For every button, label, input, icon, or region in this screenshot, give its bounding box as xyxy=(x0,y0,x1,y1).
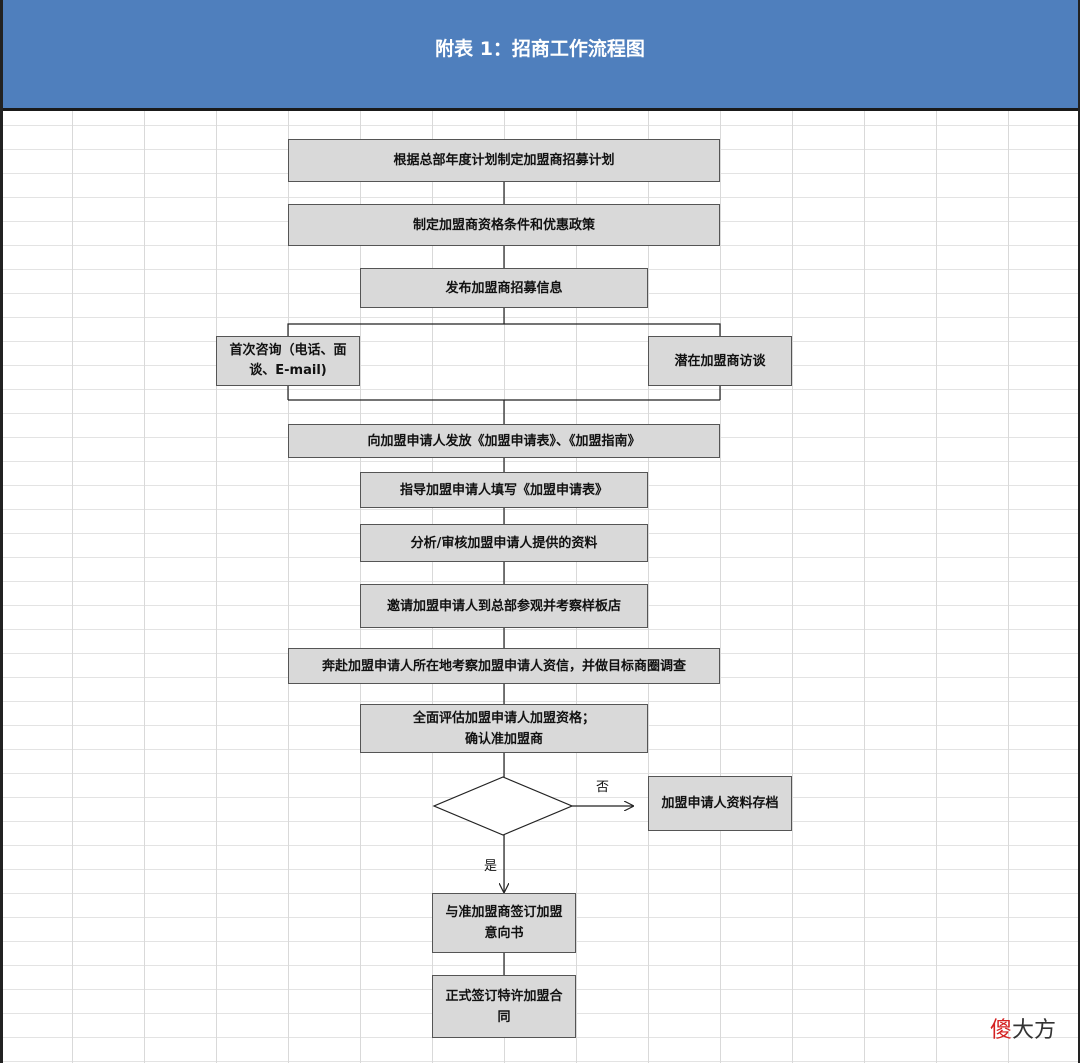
step-distribute-forms-label: 向加盟申请人发放《加盟申请表》、《加盟指南》 xyxy=(367,433,641,449)
decision-yes-label: 是 xyxy=(484,859,498,874)
step-archive-materials: 加盟申请人资料存档 xyxy=(648,776,792,831)
step-first-consultation: 首次咨询（电话、面谈、E-mail) xyxy=(216,336,360,386)
step-publish-info: 发布加盟商招募信息 xyxy=(360,268,648,308)
step-review-materials-label: 分析/审核加盟申请人提供的资料 xyxy=(410,535,598,551)
decision-diamond xyxy=(432,776,574,836)
step-evaluate-confirm: 全面评估加盟申请人加盟资格； 确认准加盟商 xyxy=(360,704,648,753)
step-evaluate-label: 全面评估加盟申请人加盟资格； xyxy=(412,710,595,726)
step-guide-application-label: 指导加盟申请人填写《加盟申请表》 xyxy=(399,482,608,498)
step-distribute-forms: 向加盟申请人发放《加盟申请表》、《加盟指南》 xyxy=(288,424,720,458)
step-qualification-policy-label: 制定加盟商资格条件和优惠政策 xyxy=(412,217,595,233)
step-review-materials: 分析/审核加盟申请人提供的资料 xyxy=(360,524,648,562)
step-recruitment-plan-label: 根据总部年度计划制定加盟商招募计划 xyxy=(393,153,615,168)
step-prospect-interview-label: 潜在加盟商访谈 xyxy=(674,353,766,369)
step-recruitment-plan: 根据总部年度计划制定加盟商招募计划 xyxy=(288,139,720,182)
step-letter-of-intent-label: 与准加盟商签订加盟意向书 xyxy=(445,905,563,941)
step-sign-contract: 正式签订特许加盟合同 xyxy=(432,975,576,1038)
step-visit-headquarters: 邀请加盟申请人到总部参观并考察样板店 xyxy=(360,584,648,628)
step-publish-info-label: 发布加盟商招募信息 xyxy=(445,280,563,296)
step-archive-materials-label: 加盟申请人资料存档 xyxy=(661,796,779,811)
step-confirm-label: 确认准加盟商 xyxy=(464,731,543,747)
watermark: 傻大方 xyxy=(990,1012,1056,1044)
step-guide-application: 指导加盟申请人填写《加盟申请表》 xyxy=(360,472,648,508)
watermark-first-char: 傻 xyxy=(990,1018,1013,1043)
step-qualification-policy: 制定加盟商资格条件和优惠政策 xyxy=(288,204,720,246)
step-onsite-inspection-label: 奔赴加盟申请人所在地考察加盟申请人资信，并做目标商圈调查 xyxy=(321,658,686,674)
step-prospect-interview: 潜在加盟商访谈 xyxy=(648,336,792,386)
step-visit-headquarters-label: 邀请加盟申请人到总部参观并考察样板店 xyxy=(386,598,621,614)
step-first-consultation-label: 首次咨询（电话、面谈、E-mail) xyxy=(229,343,347,378)
watermark-rest: 大方 xyxy=(1012,1018,1057,1043)
step-letter-of-intent: 与准加盟商签订加盟意向书 xyxy=(432,893,576,953)
decision-no-label: 否 xyxy=(596,780,610,795)
step-onsite-inspection: 奔赴加盟申请人所在地考察加盟申请人资信，并做目标商圈调查 xyxy=(288,648,720,684)
step-sign-contract-label: 正式签订特许加盟合同 xyxy=(445,988,563,1025)
